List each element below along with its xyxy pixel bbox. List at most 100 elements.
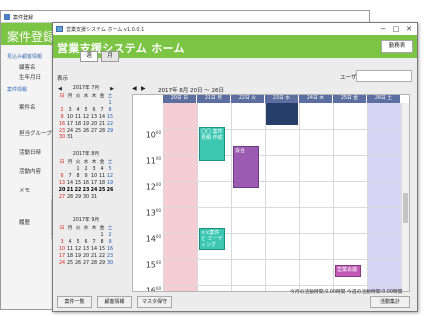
mini-calendar-day[interactable]: 6: [58, 174, 66, 181]
mini-calendar-day[interactable]: 10: [90, 174, 98, 181]
mini-calendar-day[interactable]: 18: [74, 122, 82, 129]
activity-summary-button[interactable]: 活動集計: [370, 296, 410, 308]
mini-calendar-day[interactable]: 5: [74, 240, 82, 247]
mini-calendar-day[interactable]: 9: [106, 240, 114, 247]
mini-calendar-day[interactable]: 13: [82, 247, 90, 254]
case-info-link[interactable]: 案件情報: [7, 86, 27, 93]
mini-calendar-day[interactable]: 29: [74, 195, 82, 202]
mini-calendar-day[interactable]: 26: [106, 188, 114, 195]
mini-calendar-day[interactable]: 15: [74, 181, 82, 188]
mini-calendar-day[interactable]: 24: [58, 261, 66, 268]
mini-calendar-day[interactable]: 3: [90, 167, 98, 174]
mini-calendar-day[interactable]: 31: [90, 195, 98, 202]
timesheet-button[interactable]: 勤務表: [381, 40, 413, 53]
mini-calendar-day[interactable]: 30: [58, 135, 66, 142]
mini-calendar-day[interactable]: 2: [82, 167, 90, 174]
mini-calendar-day[interactable]: 14: [98, 115, 106, 122]
mini-calendar-day[interactable]: 3: [66, 108, 74, 115]
mini-calendar-day[interactable]: 1: [74, 167, 82, 174]
mini-calendar-day[interactable]: 28: [66, 195, 74, 202]
mini-calendar-day[interactable]: 4: [66, 240, 74, 247]
mini-calendar-day[interactable]: 11: [66, 247, 74, 254]
busy-block[interactable]: [266, 103, 298, 125]
maximize-icon[interactable]: □: [390, 24, 402, 34]
calendar-event[interactable]: ××案件と ミーティング: [199, 228, 225, 250]
mini-calendar-day[interactable]: 21: [90, 254, 98, 261]
day-header[interactable]: 25日 金: [333, 95, 366, 103]
calendar-event[interactable]: 〇〇 案件 見積 作成: [199, 127, 225, 161]
tab-week[interactable]: 週: [80, 51, 98, 62]
mini-calendar-day[interactable]: 28: [90, 261, 98, 268]
prev-week-icon[interactable]: ◀: [132, 85, 137, 92]
mini-calendar-day[interactable]: 16: [106, 247, 114, 254]
mini-calendar-day[interactable]: 13: [58, 181, 66, 188]
case-list-button[interactable]: 案件一覧: [57, 296, 92, 308]
mini-calendar-day[interactable]: 4: [98, 167, 106, 174]
close-icon[interactable]: ✕: [403, 24, 415, 34]
mini-calendar-day[interactable]: 8: [74, 174, 82, 181]
mini-calendar-day[interactable]: 24: [90, 188, 98, 195]
mini-calendar-day[interactable]: 19: [82, 122, 90, 129]
mini-calendar-day[interactable]: 17: [66, 122, 74, 129]
mini-calendar-day[interactable]: 6: [82, 240, 90, 247]
next-month-icon[interactable]: ▶: [110, 86, 114, 93]
day-header[interactable]: 23日 水: [265, 95, 298, 103]
mini-calendar-day[interactable]: 31: [66, 135, 74, 142]
mini-calendar-day[interactable]: 7: [66, 174, 74, 181]
mini-calendar-day[interactable]: 17: [90, 181, 98, 188]
mini-calendar-day[interactable]: 5: [82, 108, 90, 115]
mini-calendar-day[interactable]: 7: [90, 240, 98, 247]
mini-calendar-day[interactable]: 25: [66, 261, 74, 268]
day-header[interactable]: 20日 日: [163, 95, 196, 103]
mini-calendar-day[interactable]: 11: [98, 174, 106, 181]
calendar-scrollbar[interactable]: [401, 103, 409, 291]
mini-calendar-day[interactable]: 16: [82, 181, 90, 188]
mini-calendar-day[interactable]: 7: [98, 108, 106, 115]
mini-calendar-day[interactable]: 5: [106, 167, 114, 174]
mini-calendar-day[interactable]: 18: [66, 254, 74, 261]
mini-calendar-day[interactable]: 26: [82, 129, 90, 136]
mini-calendar-day[interactable]: 12: [74, 247, 82, 254]
mini-calendar-day[interactable]: 4: [74, 108, 82, 115]
mini-calendar-day[interactable]: 19: [74, 254, 82, 261]
mini-calendar-day[interactable]: 1: [98, 233, 106, 240]
mini-calendar-day[interactable]: 10: [66, 115, 74, 122]
mini-calendar-day[interactable]: 22: [106, 122, 114, 129]
mini-calendar-day[interactable]: 2: [106, 233, 114, 240]
day-header[interactable]: 21日 月: [197, 95, 230, 103]
mini-calendar-day[interactable]: 21: [66, 188, 74, 195]
tab-month[interactable]: 月: [101, 51, 119, 62]
mini-calendar-day[interactable]: 18: [98, 181, 106, 188]
mini-calendar-day[interactable]: 8: [98, 240, 106, 247]
mini-calendar-day[interactable]: 25: [98, 188, 106, 195]
mini-calendar-day[interactable]: 13: [90, 115, 98, 122]
scrollbar-thumb[interactable]: [403, 193, 408, 223]
mini-calendar-day[interactable]: 25: [74, 129, 82, 136]
calendar-event[interactable]: 営業会議: [335, 265, 361, 277]
mini-calendar-day[interactable]: 10: [58, 247, 66, 254]
mini-calendar-day[interactable]: 16: [58, 122, 66, 129]
prev-month-icon[interactable]: ◀: [58, 86, 62, 93]
mini-calendar-day[interactable]: 22: [98, 254, 106, 261]
mini-calendar-day[interactable]: 2: [58, 108, 66, 115]
day-header[interactable]: 22日 火: [231, 95, 264, 103]
mini-calendar-day[interactable]: 9: [58, 115, 66, 122]
mini-calendar-day[interactable]: 12: [82, 115, 90, 122]
mini-calendar-day[interactable]: 29: [98, 261, 106, 268]
mini-calendar-day[interactable]: 23: [106, 254, 114, 261]
mini-calendar-day[interactable]: 12: [106, 174, 114, 181]
mini-calendar-day[interactable]: 27: [58, 195, 66, 202]
mini-calendar-day[interactable]: 26: [74, 261, 82, 268]
mini-calendar-day[interactable]: 15: [98, 247, 106, 254]
mini-calendar-day[interactable]: 28: [98, 129, 106, 136]
mini-calendar-day[interactable]: 22: [74, 188, 82, 195]
next-week-icon[interactable]: ▶: [141, 85, 146, 92]
mini-calendar-day[interactable]: 14: [66, 181, 74, 188]
minimize-icon[interactable]: −: [377, 24, 389, 34]
customer-info-button[interactable]: 顧客情報: [97, 296, 132, 308]
day-header[interactable]: 24日 木: [299, 95, 332, 103]
master-maintenance-button[interactable]: マスタ保守: [137, 296, 172, 308]
mini-calendar-day[interactable]: 19: [106, 181, 114, 188]
mini-calendar-day[interactable]: 21: [98, 122, 106, 129]
mini-calendar-day[interactable]: 29: [106, 129, 114, 136]
